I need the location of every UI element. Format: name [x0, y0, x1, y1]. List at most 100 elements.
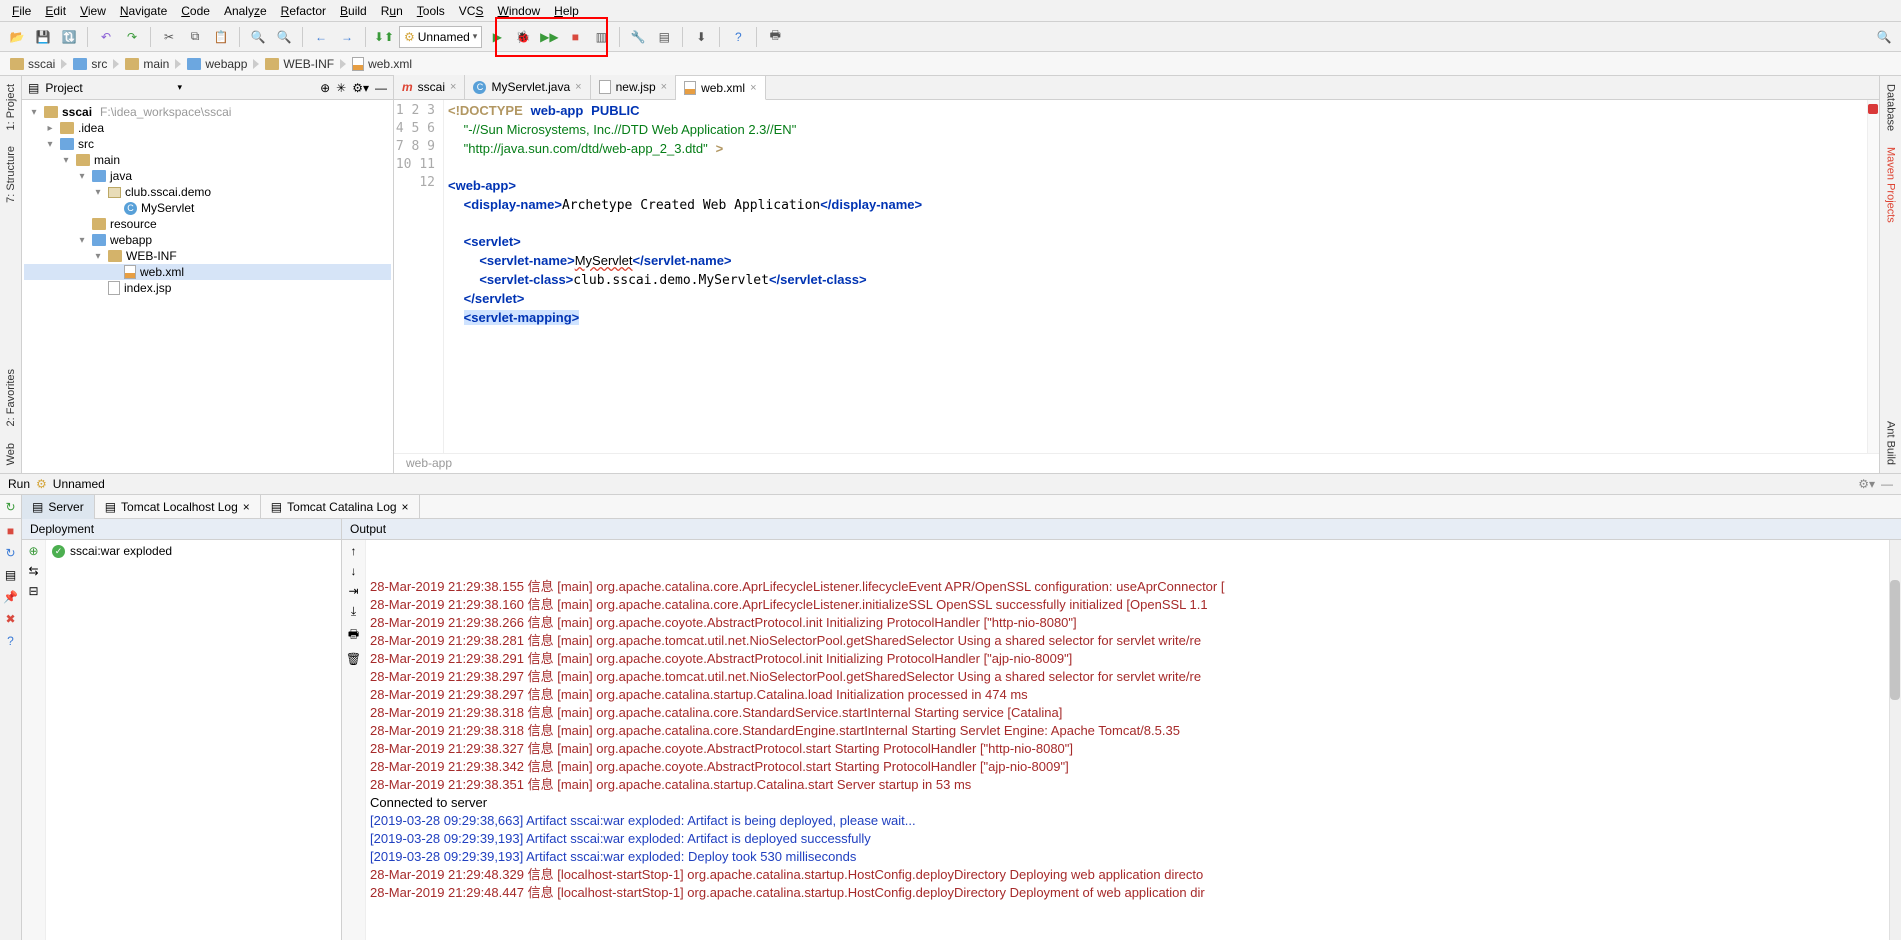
back-icon[interactable]: ← [310, 26, 332, 48]
print-icon[interactable]: 🖶 [348, 625, 359, 646]
help-icon[interactable]: ? [3, 633, 19, 649]
tree-src[interactable]: ▾src [24, 136, 391, 152]
print-icon[interactable]: 🖶 [764, 26, 786, 48]
tree-webxml[interactable]: web.xml [24, 264, 391, 280]
close-icon[interactable]: × [402, 500, 409, 514]
sync-icon[interactable]: 🔃 [58, 26, 80, 48]
crumb-main[interactable]: main [119, 57, 175, 71]
menu-navigate[interactable]: Navigate [114, 2, 173, 20]
copy-icon[interactable]: ⧉ [184, 26, 206, 48]
artifact-item[interactable]: ✓ sscai:war exploded [52, 544, 335, 558]
forward-icon[interactable]: → [336, 26, 358, 48]
run-icon[interactable]: ▶ [486, 26, 508, 48]
menu-view[interactable]: View [74, 2, 112, 20]
close-icon[interactable]: × [661, 81, 667, 93]
soft-wrap-icon[interactable]: ⇥ [348, 584, 358, 598]
code-editor[interactable]: <!DOCTYPE web-app PUBLIC "-//Sun Microsy… [444, 100, 1879, 453]
editor-tab[interactable]: new.jsp× [591, 75, 676, 99]
stop-icon[interactable]: ■ [564, 26, 586, 48]
tree-package[interactable]: ▾club.sscai.demo [24, 184, 391, 200]
editor-tab[interactable]: msscai× [394, 75, 465, 99]
pin-icon[interactable]: 📌 [3, 589, 19, 605]
scroll-end-icon[interactable]: ⤓ [351, 604, 356, 619]
debug-icon[interactable]: 🐞 [512, 26, 534, 48]
close-icon[interactable]: ✖ [3, 611, 19, 627]
side-ant-tab[interactable]: Ant Build [1883, 413, 1899, 473]
collapse-icon[interactable]: ✳ [336, 81, 346, 95]
error-stripe[interactable] [1867, 100, 1879, 453]
menu-code[interactable]: Code [175, 2, 216, 20]
run-tab[interactable]: ▤Tomcat Localhost Log× [95, 495, 261, 519]
profile-icon[interactable]: ▥ [590, 26, 612, 48]
side-database-tab[interactable]: Database [1883, 76, 1899, 139]
menu-help[interactable]: Help [548, 2, 585, 20]
layout-icon[interactable]: ▤ [3, 567, 19, 583]
tree-resource[interactable]: resource [24, 216, 391, 232]
console-log[interactable]: 28-Mar-2019 21:29:38.155 信息 [main] org.a… [366, 540, 1901, 940]
crumb-sscai[interactable]: sscai [4, 57, 61, 71]
up-icon[interactable]: ↑ [351, 544, 357, 558]
menu-vcs[interactable]: VCS [453, 2, 490, 20]
side-maven-tab[interactable]: Maven Projects [1883, 139, 1899, 231]
sdk-icon[interactable]: ⬇ [690, 26, 712, 48]
redo-icon[interactable]: ↷ [121, 26, 143, 48]
down-icon[interactable]: ↓ [351, 564, 357, 578]
project-tree[interactable]: ▾sscaiF:\idea_workspace\sscai ▸.idea ▾sr… [22, 100, 393, 473]
project-structure-icon[interactable]: ▤ [653, 26, 675, 48]
undo-icon[interactable]: ↶ [95, 26, 117, 48]
crumb-webxml[interactable]: web.xml [346, 57, 418, 71]
error-mark-icon[interactable] [1868, 104, 1878, 114]
gear-icon[interactable]: ⚙▾ [1858, 477, 1875, 491]
side-structure-tab[interactable]: 7: Structure [3, 138, 19, 211]
tree-webapp[interactable]: ▾webapp [24, 232, 391, 248]
settings-icon[interactable]: 🔧 [627, 26, 649, 48]
tree-idea[interactable]: ▸.idea [24, 120, 391, 136]
hide-icon[interactable]: — [1881, 477, 1893, 491]
run-config-selector[interactable]: ⚙ Unnamed ▾ [399, 26, 482, 48]
crumb-webapp[interactable]: webapp [181, 57, 253, 71]
hide-icon[interactable]: — [375, 81, 387, 95]
editor-tab[interactable]: web.xml× [676, 76, 765, 100]
menu-refactor[interactable]: Refactor [275, 2, 332, 20]
crumb-src[interactable]: src [67, 57, 113, 71]
clear-icon[interactable]: 🗑 [346, 652, 361, 666]
close-icon[interactable]: × [450, 81, 456, 93]
coverage-icon[interactable]: ▶▶ [538, 26, 560, 48]
close-icon[interactable]: × [750, 82, 756, 94]
stop-icon[interactable]: ■ [3, 523, 19, 539]
deployment-list[interactable]: ✓ sscai:war exploded [46, 540, 341, 940]
scrollbar[interactable] [1889, 540, 1901, 940]
chevron-down-icon[interactable]: ▾ [177, 82, 182, 93]
close-icon[interactable]: × [243, 500, 250, 514]
open-icon[interactable]: 📂 [6, 26, 28, 48]
rerun-icon[interactable]: ↻ [3, 545, 19, 561]
tree-java[interactable]: ▾java [24, 168, 391, 184]
rerun-icon[interactable]: ↻ [0, 495, 22, 518]
menu-file[interactable]: File [6, 2, 37, 20]
close-icon[interactable]: × [575, 81, 581, 93]
menu-run[interactable]: Run [375, 2, 409, 20]
run-tab[interactable]: ▤Tomcat Catalina Log× [261, 495, 420, 519]
editor-tab[interactable]: CMyServlet.java× [465, 75, 590, 99]
crumb-webinf[interactable]: WEB-INF [259, 57, 340, 71]
side-web-tab[interactable]: Web [3, 435, 19, 473]
undeploy-icon[interactable]: ⊟ [28, 584, 38, 598]
tree-indexjsp[interactable]: index.jsp [24, 280, 391, 296]
help-icon[interactable]: ? [727, 26, 749, 48]
menu-build[interactable]: Build [334, 2, 373, 20]
scroll-to-icon[interactable]: ⊕ [320, 81, 330, 95]
tree-main[interactable]: ▾main [24, 152, 391, 168]
run-tab[interactable]: ▤Server [22, 495, 95, 519]
search-everywhere-icon[interactable]: 🔍 [1873, 26, 1895, 48]
deploy-icon[interactable]: ⊕ [28, 544, 38, 558]
menu-window[interactable]: Window [491, 2, 546, 20]
menu-analyze[interactable]: Analyze [218, 2, 273, 20]
side-project-tab[interactable]: 1: Project [3, 76, 19, 138]
editor-breadcrumb[interactable]: web-app [394, 453, 1879, 473]
find-icon[interactable]: 🔍 [247, 26, 269, 48]
build-icon[interactable]: ⬇⬆ [373, 26, 395, 48]
cut-icon[interactable]: ✂ [158, 26, 180, 48]
replace-icon[interactable]: 🔍 [273, 26, 295, 48]
menu-edit[interactable]: Edit [39, 2, 72, 20]
deploy-all-icon[interactable]: ⇆ [28, 564, 38, 578]
